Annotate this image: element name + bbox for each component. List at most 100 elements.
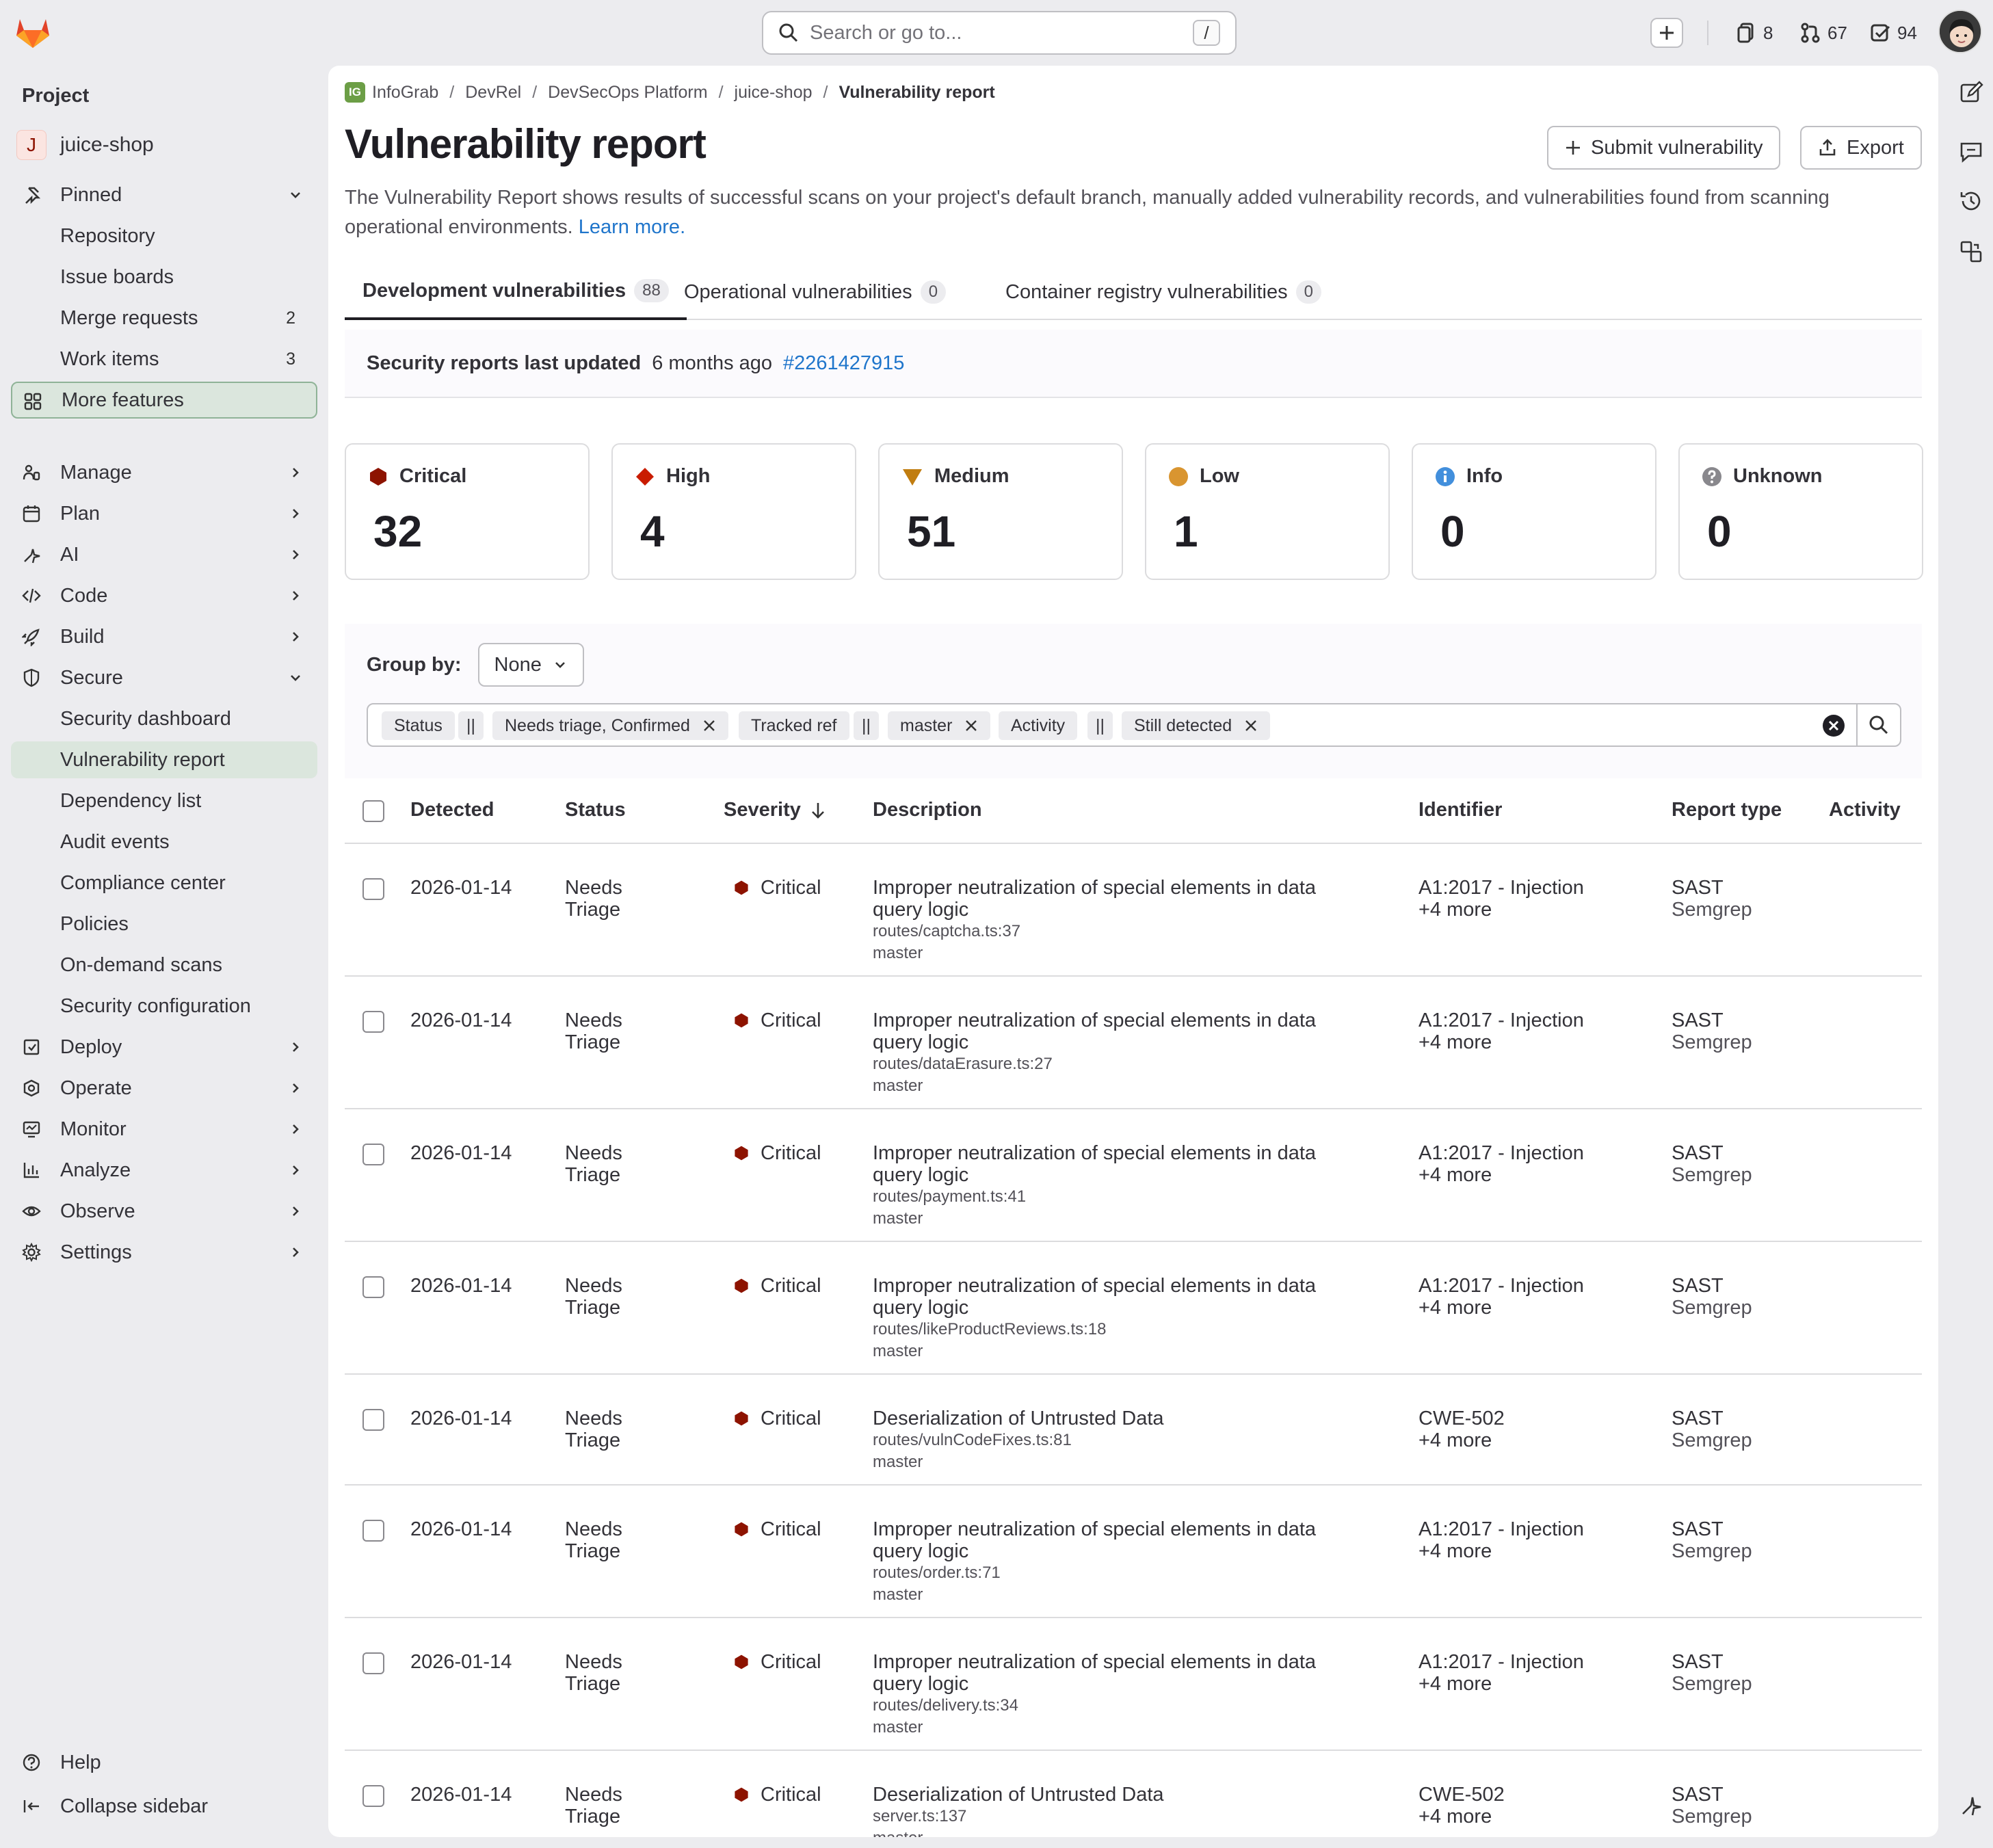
table-row[interactable]: 2026-01-14 Needs Triage Critical Improper ne…	[345, 1618, 1922, 1751]
vulnerability-title[interactable]: Deserialization of Untrusted Data	[873, 1408, 1393, 1429]
sidebar-item-work-items[interactable]: Work items 3	[11, 341, 317, 378]
sidebar-item-settings[interactable]: Settings	[11, 1234, 317, 1271]
sidebar-item-deploy[interactable]: Deploy	[11, 1029, 317, 1066]
vulnerability-title[interactable]: Deserialization of Untrusted Data	[873, 1784, 1393, 1806]
edit-icon[interactable]	[1959, 81, 1983, 105]
vulnerability-title[interactable]: Improper neutralization of special eleme…	[873, 1142, 1393, 1186]
history-icon[interactable]	[1959, 189, 1983, 213]
sidebar-item-help[interactable]: Help	[11, 1744, 317, 1781]
row-checkbox[interactable]	[362, 1011, 384, 1033]
issues-counter[interactable]: 8	[1737, 21, 1773, 45]
filter-token-operator[interactable]: ||	[854, 711, 879, 740]
sidebar-item-build[interactable]: Build	[11, 618, 317, 655]
row-checkbox[interactable]	[362, 1276, 384, 1298]
row-checkbox[interactable]	[362, 1144, 384, 1165]
sidebar-item-merge-requests[interactable]: Merge requests 2	[11, 300, 317, 336]
sidebar-item-repository[interactable]: Repository	[11, 217, 317, 254]
filtered-search-bar[interactable]: Status || Needs triage, Confirmed Tracke…	[367, 703, 1901, 747]
filter-token-key[interactable]: Status	[382, 711, 455, 740]
compare-icon[interactable]	[1959, 239, 1983, 264]
identifier-more-link[interactable]: +4 more	[1418, 899, 1492, 921]
tab-operational-vulnerabilities[interactable]: Operational vulnerabilities 0	[684, 264, 947, 320]
tanuki-ai-icon[interactable]	[1959, 1793, 1983, 1818]
table-row[interactable]: 2026-01-14 Needs Triage Critical Improper ne…	[345, 1109, 1922, 1242]
breadcrumb-link[interactable]: juice-shop	[735, 83, 813, 103]
create-new-button[interactable]	[1650, 18, 1683, 48]
vulnerability-title[interactable]: Improper neutralization of special eleme…	[873, 1009, 1393, 1053]
sidebar-item-pinned[interactable]: Pinned	[11, 176, 317, 213]
todos-counter[interactable]: 94	[1870, 21, 1917, 45]
sidebar-item-audit-events[interactable]: Audit events	[11, 823, 317, 860]
submit-vulnerability-button[interactable]: Submit vulnerability	[1547, 126, 1781, 170]
filter-token-key[interactable]: Tracked ref	[739, 711, 849, 740]
row-checkbox[interactable]	[362, 1520, 384, 1542]
export-button[interactable]: Export	[1800, 126, 1922, 170]
filter-token-key[interactable]: Activity	[999, 711, 1078, 740]
identifier-more-link[interactable]: +4 more	[1418, 1806, 1492, 1827]
sidebar-item-issue-boards[interactable]: Issue boards	[11, 259, 317, 295]
sidebar-item-on-demand-scans[interactable]: On-demand scans	[11, 947, 317, 984]
clear-filters-icon[interactable]	[1822, 714, 1845, 737]
breadcrumb-link[interactable]: DevRel	[465, 83, 521, 103]
breadcrumb-link[interactable]: InfoGrab	[372, 83, 438, 103]
vulnerability-title[interactable]: Improper neutralization of special eleme…	[873, 877, 1393, 921]
identifier-more-link[interactable]: +4 more	[1418, 1540, 1492, 1562]
sidebar-item-secure[interactable]: Secure	[11, 659, 317, 696]
search-input[interactable]: Search or go to... /	[762, 11, 1237, 55]
select-all-checkbox[interactable]	[362, 800, 384, 822]
filter-token-value[interactable]: Needs triage, Confirmed	[492, 711, 728, 740]
learn-more-link[interactable]: Learn more.	[579, 216, 685, 238]
column-header-detected[interactable]: Detected	[410, 799, 494, 821]
merge-requests-counter[interactable]: 67	[1800, 21, 1847, 45]
sidebar-item-analyze[interactable]: Analyze	[11, 1152, 317, 1189]
sidebar-item-vulnerability-report[interactable]: Vulnerability report	[11, 741, 317, 778]
sidebar-item-code[interactable]: Code	[11, 577, 317, 614]
table-row[interactable]: 2026-01-14 Needs Triage Critical Deserializa…	[345, 1751, 1922, 1837]
sidebar-item-more-features[interactable]: More features	[11, 382, 317, 419]
user-avatar[interactable]	[1938, 10, 1982, 53]
table-row[interactable]: 2026-01-14 Needs Triage Critical Improper ne…	[345, 977, 1922, 1109]
tab-development-vulnerabilities[interactable]: Development vulnerabilities 88	[345, 264, 687, 320]
breadcrumb-link[interactable]: DevSecOps Platform	[548, 83, 707, 103]
filter-token-value[interactable]: master	[888, 711, 991, 740]
filter-search-button[interactable]	[1856, 704, 1900, 745]
identifier-more-link[interactable]: +4 more	[1418, 1429, 1492, 1451]
row-checkbox[interactable]	[362, 878, 384, 900]
sidebar-item-monitor[interactable]: Monitor	[11, 1111, 317, 1148]
breadcrumb-current[interactable]: Vulnerability report	[839, 83, 994, 103]
pipeline-link[interactable]: #2261427915	[783, 352, 904, 375]
filter-token-operator[interactable]: ||	[1087, 711, 1113, 740]
collapse-sidebar-button[interactable]: Collapse sidebar	[11, 1788, 317, 1825]
identifier-more-link[interactable]: +4 more	[1418, 1031, 1492, 1053]
comment-icon[interactable]	[1959, 140, 1983, 164]
tab-container-registry-vulnerabilities[interactable]: Container registry vulnerabilities 0	[1005, 264, 1321, 320]
filter-token-value[interactable]: Still detected	[1122, 711, 1271, 740]
sidebar-project-link[interactable]: J juice-shop	[16, 130, 154, 160]
sidebar-item-policies[interactable]: Policies	[11, 906, 317, 942]
sidebar-item-operate[interactable]: Operate	[11, 1070, 317, 1107]
group-by-dropdown[interactable]: None	[477, 643, 584, 687]
table-row[interactable]: 2026-01-14 Needs Triage Critical Improper ne…	[345, 1242, 1922, 1375]
vulnerability-title[interactable]: Improper neutralization of special eleme…	[873, 1651, 1393, 1695]
identifier-more-link[interactable]: +4 more	[1418, 1164, 1492, 1186]
table-row[interactable]: 2026-01-14 Needs Triage Critical Deserializa…	[345, 1375, 1922, 1486]
table-row[interactable]: 2026-01-14 Needs Triage Critical Improper ne…	[345, 844, 1922, 977]
close-icon[interactable]	[1244, 719, 1258, 732]
close-icon[interactable]	[702, 719, 716, 732]
filter-token-operator[interactable]: ||	[458, 711, 484, 740]
sidebar-item-observe[interactable]: Observe	[11, 1193, 317, 1230]
sidebar-item-security-configuration[interactable]: Security configuration	[11, 988, 317, 1025]
table-row[interactable]: 2026-01-14 Needs Triage Critical Improper ne…	[345, 1486, 1922, 1618]
row-checkbox[interactable]	[362, 1785, 384, 1807]
sidebar-item-plan[interactable]: Plan	[11, 495, 317, 532]
vulnerability-title[interactable]: Improper neutralization of special eleme…	[873, 1275, 1393, 1319]
identifier-more-link[interactable]: +4 more	[1418, 1673, 1492, 1695]
sidebar-item-manage[interactable]: Manage	[11, 454, 317, 491]
gitlab-logo-icon[interactable]	[14, 15, 52, 49]
vulnerability-title[interactable]: Improper neutralization of special eleme…	[873, 1518, 1393, 1562]
column-header-status[interactable]: Status	[565, 799, 626, 821]
row-checkbox[interactable]	[362, 1409, 384, 1431]
sidebar-item-ai[interactable]: AI	[11, 536, 317, 573]
close-icon[interactable]	[964, 719, 978, 732]
sidebar-item-dependency-list[interactable]: Dependency list	[11, 782, 317, 819]
